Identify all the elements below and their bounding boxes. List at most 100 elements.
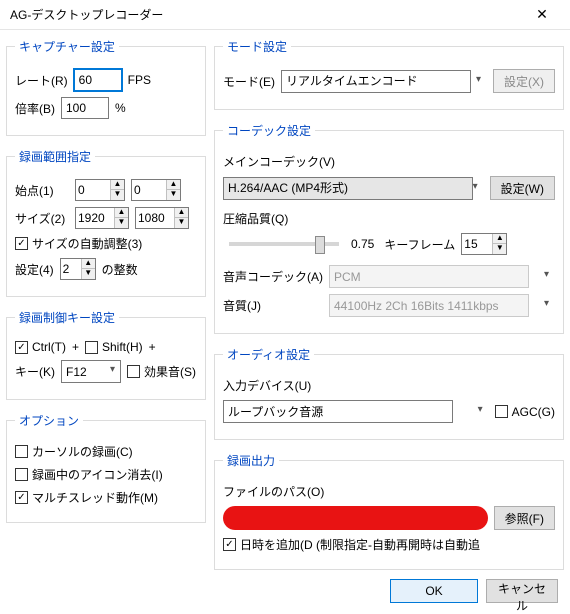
- agc-checkbox[interactable]: AGC(G): [495, 405, 555, 419]
- shift-checkbox[interactable]: Shift(H): [85, 340, 143, 354]
- codec-legend: コーデック設定: [223, 122, 315, 139]
- hideicon-label: 録画中のアイコン消去(I): [32, 466, 163, 483]
- options-group: オプション カーソルの録画(C) 録画中のアイコン消去(I) マルチスレッド動作…: [6, 412, 206, 523]
- spin-down-icon[interactable]: ▼: [81, 269, 95, 279]
- spin-down-icon[interactable]: ▼: [114, 218, 128, 228]
- cursor-checkbox[interactable]: カーソルの録画(C): [15, 443, 133, 460]
- origin-label: 始点(1): [15, 182, 69, 199]
- mode-settings-button: 設定(X): [493, 69, 555, 93]
- hideicon-checkbox[interactable]: 録画中のアイコン消去(I): [15, 466, 163, 483]
- audio-group: オーディオ設定 入力デバイス(U) ループバック音源 AGC(G): [214, 346, 564, 440]
- multithread-checkbox[interactable]: マルチスレッド動作(M): [15, 489, 158, 506]
- mode-select[interactable]: リアルタイムエンコード: [281, 70, 471, 93]
- rate-label: レート(R): [15, 72, 68, 89]
- checkbox-icon: [127, 365, 140, 378]
- dialog-footer: OK キャンセル: [390, 579, 558, 603]
- keyframe-label: キーフレーム: [384, 236, 455, 253]
- rate-unit: FPS: [128, 73, 151, 87]
- sound-label: 効果音(S): [144, 363, 196, 380]
- mult-label: 倍率(B): [15, 100, 55, 117]
- browse-button[interactable]: 参照(F): [494, 506, 555, 530]
- key-select[interactable]: F12: [61, 360, 121, 383]
- audio-device-select[interactable]: ループバック音源: [223, 400, 453, 423]
- agc-label: AGC(G): [512, 405, 555, 419]
- quality-slider[interactable]: [229, 242, 339, 246]
- multithread-label: マルチスレッド動作(M): [32, 489, 158, 506]
- close-icon[interactable]: ✕: [522, 1, 562, 29]
- size-h-input[interactable]: [136, 208, 174, 228]
- spin-down-icon[interactable]: ▼: [492, 244, 506, 254]
- origin-y-spinner[interactable]: ▲▼: [131, 179, 181, 201]
- capture-legend: キャプチャー設定: [15, 38, 119, 55]
- setting4-label: 設定(4): [15, 261, 54, 278]
- hotkey-legend: 録画制御キー設定: [15, 309, 119, 326]
- title-bar: AG-デスクトップレコーダー ✕: [0, 0, 570, 30]
- hotkey-group: 録画制御キー設定 Ctrl(T) + Shift(H) + キー(K) F12: [6, 309, 206, 400]
- audio-device-label: 入力デバイス(U): [223, 377, 311, 394]
- checkbox-icon: [15, 341, 28, 354]
- rate-input[interactable]: [74, 69, 122, 91]
- origin-x-spinner[interactable]: ▲▼: [75, 179, 125, 201]
- cancel-button[interactable]: キャンセル: [486, 579, 558, 603]
- main-codec-select[interactable]: H.264/AAC (MP4形式): [223, 177, 473, 200]
- setting4-spinner[interactable]: ▲▼: [60, 258, 96, 280]
- spin-down-icon[interactable]: ▼: [166, 190, 180, 200]
- datetime-label: 日時を追加(D (制限指定-自動再開時は自動追: [240, 536, 480, 553]
- checkbox-icon: [223, 538, 236, 551]
- setting4-suffix: の整数: [102, 261, 138, 278]
- keyframe-input[interactable]: [462, 234, 492, 254]
- capture-settings-group: キャプチャー設定 レート(R) FPS 倍率(B) %: [6, 38, 206, 136]
- audio-legend: オーディオ設定: [223, 346, 314, 363]
- audio-codec-select: PCM: [329, 265, 529, 288]
- checkbox-icon: [15, 445, 28, 458]
- plus-text: +: [72, 340, 79, 354]
- filepath-input-redacted[interactable]: [223, 506, 488, 530]
- spin-down-icon[interactable]: ▼: [110, 190, 124, 200]
- checkbox-icon: [15, 468, 28, 481]
- checkbox-icon: [85, 341, 98, 354]
- cursor-label: カーソルの録画(C): [32, 443, 133, 460]
- sound-checkbox[interactable]: 効果音(S): [127, 363, 196, 380]
- shift-label: Shift(H): [102, 340, 143, 354]
- size-w-spinner[interactable]: ▲▼: [75, 207, 129, 229]
- options-legend: オプション: [15, 412, 83, 429]
- audio-codec-label: 音声コーデック(A): [223, 268, 323, 285]
- spin-down-icon[interactable]: ▼: [174, 218, 188, 228]
- origin-x-input[interactable]: [76, 180, 110, 200]
- codec-settings-button[interactable]: 設定(W): [490, 176, 555, 200]
- mode-legend: モード設定: [223, 38, 291, 55]
- mode-label: モード(E): [223, 73, 275, 90]
- ctrl-label: Ctrl(T): [32, 340, 66, 354]
- size-label: サイズ(2): [15, 210, 69, 227]
- output-legend: 録画出力: [223, 452, 279, 469]
- codec-group: コーデック設定 メインコーデック(V) H.264/AAC (MP4形式) 設定…: [214, 122, 564, 334]
- autosize-label: サイズの自動調整(3): [32, 235, 142, 252]
- size-w-input[interactable]: [76, 208, 114, 228]
- quality-label: 圧縮品質(Q): [223, 210, 288, 227]
- setting4-input[interactable]: [61, 259, 81, 279]
- audio-quality-select: 44100Hz 2Ch 16Bits 1411kbps: [329, 294, 529, 317]
- quality-value: 0.75: [351, 237, 374, 251]
- origin-y-input[interactable]: [132, 180, 166, 200]
- range-legend: 録画範囲指定: [15, 148, 95, 165]
- ok-button[interactable]: OK: [390, 579, 478, 603]
- filepath-label: ファイルのパス(O): [223, 483, 324, 500]
- mult-input[interactable]: [61, 97, 109, 119]
- range-group: 録画範囲指定 始点(1) ▲▼ ▲▼ サイズ(2) ▲▼: [6, 148, 206, 297]
- output-group: 録画出力 ファイルのパス(O) 参照(F) 日時を追加(D (制限指定-自動再開…: [214, 452, 564, 570]
- plus-text: +: [149, 340, 156, 354]
- mult-unit: %: [115, 101, 126, 115]
- checkbox-icon: [495, 405, 508, 418]
- datetime-checkbox[interactable]: 日時を追加(D (制限指定-自動再開時は自動追: [223, 536, 480, 553]
- keyframe-spinner[interactable]: ▲▼: [461, 233, 507, 255]
- key-label: キー(K): [15, 363, 55, 380]
- audio-quality-label: 音質(J): [223, 297, 323, 314]
- size-h-spinner[interactable]: ▲▼: [135, 207, 189, 229]
- ctrl-checkbox[interactable]: Ctrl(T): [15, 340, 66, 354]
- checkbox-icon: [15, 491, 28, 504]
- window-title: AG-デスクトップレコーダー: [10, 6, 163, 23]
- mode-group: モード設定 モード(E) リアルタイムエンコード 設定(X): [214, 38, 564, 110]
- autosize-checkbox[interactable]: サイズの自動調整(3): [15, 235, 142, 252]
- main-codec-label: メインコーデック(V): [223, 153, 335, 170]
- checkbox-icon: [15, 237, 28, 250]
